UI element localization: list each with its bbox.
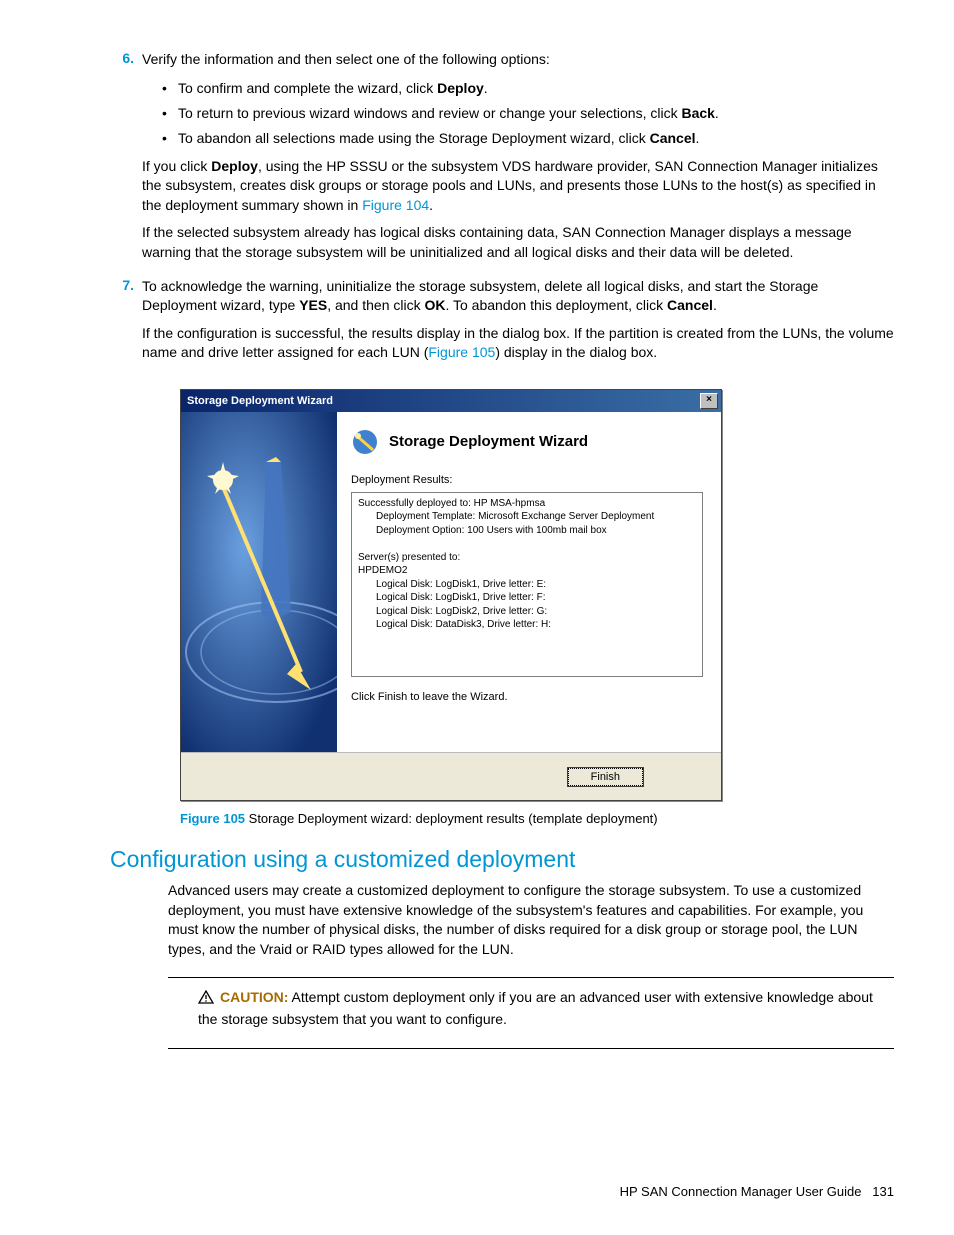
step-body: Verify the information and then select o…	[142, 50, 894, 271]
figure-label: Figure 105	[180, 811, 245, 826]
page-number: 131	[872, 1184, 894, 1199]
footer-text: HP SAN Connection Manager User Guide	[620, 1184, 862, 1199]
result-line: HPDEMO2	[358, 564, 696, 578]
dialog-body: Storage Deployment Wizard Deployment Res…	[181, 412, 721, 752]
dialog-content: Storage Deployment Wizard Deployment Res…	[337, 412, 721, 752]
step-6: 6. Verify the information and then selec…	[110, 50, 894, 271]
paragraph: If you click Deploy, using the HP SSSU o…	[142, 157, 894, 216]
wizard-icon	[351, 428, 379, 456]
dialog-titlebar: Storage Deployment Wizard ×	[181, 390, 721, 412]
caution-label: CAUTION:	[220, 989, 288, 1005]
step-text: Verify the information and then select o…	[142, 51, 550, 67]
close-button[interactable]: ×	[700, 393, 718, 409]
page-footer: HP SAN Connection Manager User Guide 131	[620, 1184, 894, 1199]
step-number: 7.	[110, 277, 142, 371]
result-line: Logical Disk: DataDisk3, Drive letter: H…	[358, 618, 696, 632]
caution-icon	[198, 990, 214, 1010]
step-number: 6.	[110, 50, 142, 271]
figure-caption: Figure 105 Storage Deployment wizard: de…	[180, 811, 894, 826]
result-line: Server(s) presented to:	[358, 551, 696, 565]
divider	[168, 1048, 894, 1049]
divider	[168, 977, 894, 978]
section-heading: Configuration using a customized deploym…	[110, 846, 894, 873]
result-line: Deployment Template: Microsoft Exchange …	[358, 510, 696, 524]
result-line: Logical Disk: LogDisk2, Drive letter: G:	[358, 605, 696, 619]
finish-button[interactable]: Finish	[568, 768, 643, 786]
step-text: To acknowledge the warning, uninitialize…	[142, 277, 894, 316]
caution-block: CAUTION: Attempt custom deployment only …	[198, 988, 894, 1029]
result-line: Logical Disk: LogDisk1, Drive letter: F:	[358, 591, 696, 605]
bullet-item: To abandon all selections made using the…	[162, 128, 894, 149]
bullet-list: To confirm and complete the wizard, clic…	[162, 78, 894, 149]
storage-deployment-wizard-dialog: Storage Deployment Wizard ×	[180, 389, 722, 801]
figure-link[interactable]: Figure 104	[362, 197, 429, 213]
figure-105: Storage Deployment Wizard ×	[180, 389, 894, 826]
dialog-heading-text: Storage Deployment Wizard	[389, 433, 588, 450]
bullet-item: To return to previous wizard windows and…	[162, 103, 894, 124]
paragraph: If the configuration is successful, the …	[142, 324, 894, 363]
wizard-hint: Click Finish to leave the Wizard.	[351, 691, 703, 703]
wizard-sidebar-graphic	[181, 412, 337, 752]
caution-text: Attempt custom deployment only if you ar…	[198, 989, 873, 1027]
step-7: 7. To acknowledge the warning, uninitial…	[110, 277, 894, 371]
figure-link[interactable]: Figure 105	[428, 344, 495, 360]
deployment-results-box: Successfully deployed to: HP MSA-hpmsa D…	[351, 492, 703, 677]
section-paragraph: Advanced users may create a customized d…	[168, 881, 894, 959]
paragraph: If the selected subsystem already has lo…	[142, 223, 894, 262]
results-label: Deployment Results:	[351, 474, 703, 486]
bullet-item: To confirm and complete the wizard, clic…	[162, 78, 894, 99]
result-line: Logical Disk: LogDisk1, Drive letter: E:	[358, 578, 696, 592]
dialog-heading: Storage Deployment Wizard	[351, 428, 703, 456]
figure-caption-text: Storage Deployment wizard: deployment re…	[245, 811, 658, 826]
result-line: Deployment Option: 100 Users with 100mb …	[358, 524, 696, 538]
result-line: Successfully deployed to: HP MSA-hpmsa	[358, 497, 696, 511]
step-body: To acknowledge the warning, uninitialize…	[142, 277, 894, 371]
dialog-title: Storage Deployment Wizard	[187, 395, 333, 407]
dialog-footer: Finish	[181, 752, 721, 800]
